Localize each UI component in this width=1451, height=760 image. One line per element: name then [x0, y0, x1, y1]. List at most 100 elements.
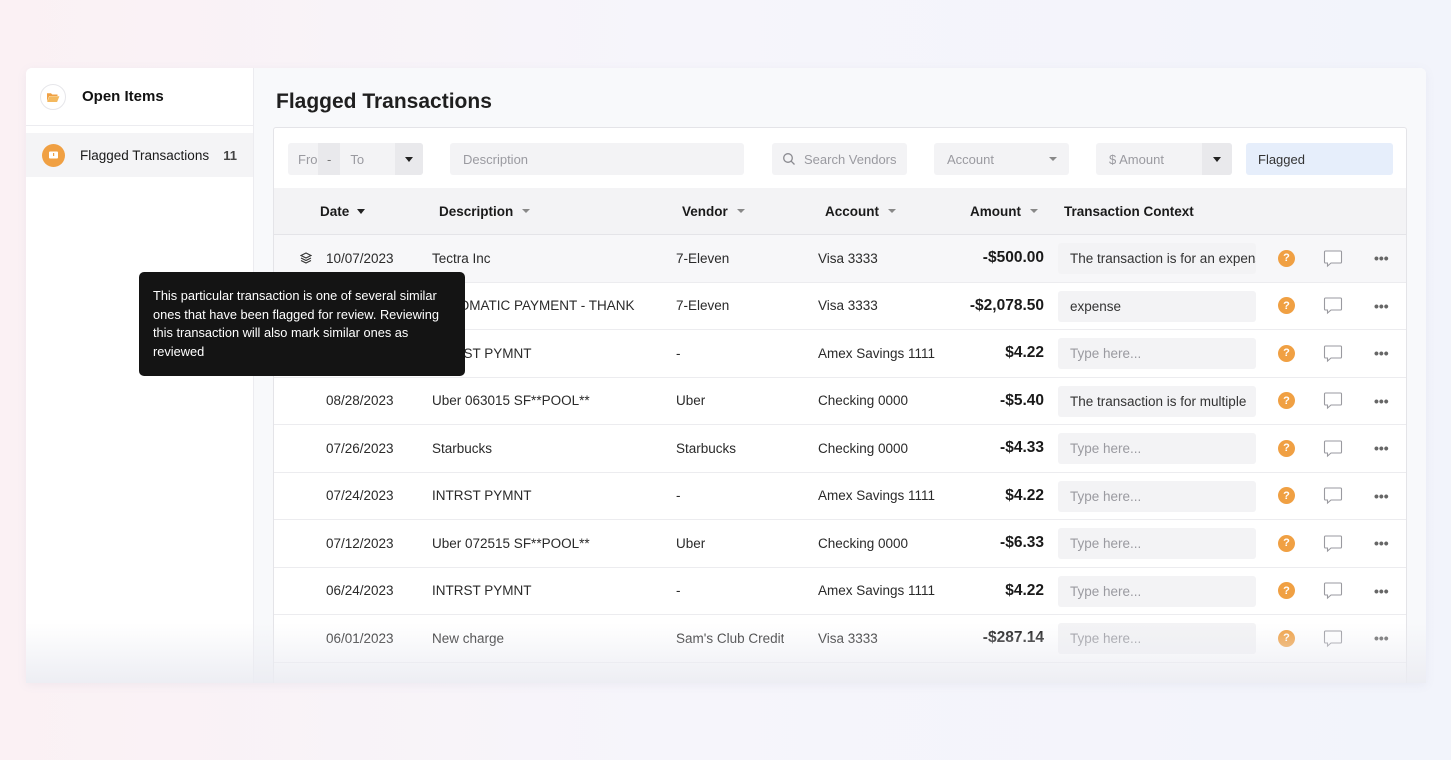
context-input[interactable]: expense	[1058, 290, 1256, 322]
vendor-search-placeholder: Search Vendors	[804, 151, 897, 167]
comment-icon[interactable]	[1323, 235, 1343, 282]
help-button[interactable]: ?	[1278, 568, 1295, 615]
help-button[interactable]: ?	[1278, 235, 1295, 282]
column-header-amount[interactable]: Amount	[970, 188, 1038, 234]
context-input[interactable]: Type here...	[1058, 623, 1256, 654]
folder-open-icon	[40, 83, 66, 110]
column-header-vendor[interactable]: Vendor	[682, 188, 745, 234]
column-header-label: Transaction Context	[1064, 203, 1194, 219]
more-horizontal-icon[interactable]: •••	[1374, 520, 1389, 567]
context-input[interactable]: The transaction is for an expense	[1058, 243, 1256, 274]
cell-account: Checking 0000	[818, 535, 909, 551]
help-button[interactable]: ?	[1278, 615, 1295, 662]
filter-bar: From - To Description Search Vendors Acc…	[274, 128, 1406, 188]
column-header-label: Date	[320, 203, 350, 219]
column-header-description[interactable]: Description	[439, 188, 531, 234]
comment-icon[interactable]	[1323, 520, 1343, 567]
context-input[interactable]: Type here...	[1058, 338, 1256, 369]
date-from-input[interactable]: From	[288, 143, 318, 175]
table-row[interactable]: 08/28/2023 Uber 063015 SF**POOL** Uber Chec…	[274, 378, 1406, 425]
sort-icon	[1030, 209, 1038, 213]
more-horizontal-icon[interactable]: •••	[1374, 473, 1389, 520]
sort-icon	[888, 209, 896, 213]
question-icon: ?	[1278, 297, 1295, 315]
question-icon: ?	[1278, 629, 1295, 647]
amount-dropdown-button[interactable]	[1202, 143, 1232, 175]
cell-account: Checking 0000	[818, 440, 909, 456]
table-row[interactable]: 07/24/2023 INTRST PYMNT - Amex Savings 1111…	[274, 473, 1406, 520]
sort-desc-icon	[357, 208, 366, 214]
amount-filter[interactable]: $ Amount	[1096, 143, 1232, 175]
help-button[interactable]: ?	[1278, 378, 1295, 425]
comment-icon[interactable]	[1323, 473, 1343, 520]
date-dropdown-button[interactable]	[395, 143, 423, 175]
amount-filter-input[interactable]: $ Amount	[1109, 152, 1164, 167]
sidebar-item-label: Flagged Transactions	[80, 147, 210, 163]
vendor-search-input[interactable]: Search Vendors	[772, 143, 907, 175]
more-horizontal-icon[interactable]: •••	[1374, 425, 1389, 472]
context-input[interactable]: Type here...	[1058, 528, 1256, 559]
cell-description: Tectra Inc	[432, 250, 491, 266]
comment-icon[interactable]	[1323, 568, 1343, 615]
page-title: Flagged Transactions	[276, 90, 492, 113]
table-row[interactable]: 07/26/2023 Starbucks Starbucks Checking 000…	[274, 425, 1406, 473]
cell-amount: -$6.33	[1000, 534, 1044, 552]
column-header-label: Vendor	[682, 203, 728, 219]
cell-amount: -$2,078.50	[969, 296, 1044, 314]
column-header-account[interactable]: Account	[825, 188, 896, 234]
context-input[interactable]: Type here...	[1058, 433, 1256, 464]
column-header-date[interactable]: Date	[320, 188, 366, 234]
more-horizontal-icon[interactable]: •••	[1374, 568, 1389, 615]
column-header-label: Account	[825, 203, 879, 219]
comment-icon[interactable]	[1323, 330, 1343, 377]
transactions-panel: From - To Description Search Vendors Acc…	[273, 127, 1407, 683]
table-row[interactable]: 07/12/2023 Uber 072515 SF**POOL** Uber Chec…	[274, 520, 1406, 568]
help-button[interactable]: ?	[1278, 425, 1295, 472]
description-filter-input[interactable]: Description	[450, 143, 744, 175]
account-filter-select[interactable]: Account	[934, 143, 1069, 175]
cell-vendor: Starbucks	[676, 440, 737, 456]
cell-amount: $4.22	[1005, 581, 1044, 599]
sidebar-item-flagged-transactions[interactable]: Flagged Transactions 11	[26, 133, 253, 177]
comment-icon[interactable]	[1323, 615, 1343, 662]
table-row[interactable]: 06/01/2023 New charge Sam's Club Credit Vis…	[274, 615, 1406, 663]
more-horizontal-icon[interactable]: •••	[1374, 615, 1389, 662]
context-input[interactable]: The transaction is for multiple	[1058, 385, 1256, 417]
question-icon: ?	[1278, 392, 1295, 410]
date-range-filter[interactable]: From - To	[288, 143, 423, 175]
status-filter-select[interactable]: Flagged	[1246, 143, 1393, 175]
cell-date: 08/28/2023	[326, 393, 394, 409]
help-button[interactable]: ?	[1278, 283, 1295, 330]
cell-amount: -$500.00	[982, 249, 1044, 267]
date-range-separator: -	[318, 143, 341, 175]
cell-vendor: Uber	[676, 393, 706, 409]
more-horizontal-icon[interactable]: •••	[1374, 235, 1389, 282]
cell-account: Amex Savings 1111	[818, 583, 936, 599]
cell-account: Amex Savings 1111	[818, 345, 936, 361]
search-icon	[782, 152, 796, 166]
more-horizontal-icon[interactable]: •••	[1374, 378, 1389, 425]
column-header-label: Description	[439, 203, 514, 219]
more-horizontal-icon[interactable]: •••	[1374, 283, 1389, 330]
sort-icon	[522, 209, 531, 213]
comment-icon[interactable]	[1323, 378, 1343, 425]
question-icon: ?	[1278, 249, 1295, 267]
help-button[interactable]: ?	[1278, 520, 1295, 567]
cell-date: 07/26/2023	[326, 440, 394, 456]
date-to-input[interactable]: To	[340, 143, 374, 175]
more-horizontal-icon[interactable]: •••	[1374, 330, 1389, 377]
comment-icon[interactable]	[1323, 425, 1343, 472]
cell-account: Visa 3333	[818, 630, 878, 646]
cell-vendor: Sam's Club Credit	[676, 630, 785, 646]
context-input[interactable]: Type here...	[1058, 480, 1256, 512]
help-button[interactable]: ?	[1278, 330, 1295, 377]
chevron-down-icon	[1213, 156, 1221, 162]
cell-description: INTRST PYMNT	[432, 583, 532, 599]
cell-amount: -$5.40	[1000, 391, 1044, 409]
comment-icon[interactable]	[1323, 283, 1343, 330]
help-button[interactable]: ?	[1278, 473, 1295, 520]
context-input[interactable]: Type here...	[1058, 575, 1256, 607]
cell-description: Uber 063015 SF**POOL**	[432, 393, 590, 409]
table-row[interactable]: 06/24/2023 INTRST PYMNT - Amex Savings 1111…	[274, 568, 1406, 615]
cell-account: Visa 3333	[818, 298, 878, 314]
